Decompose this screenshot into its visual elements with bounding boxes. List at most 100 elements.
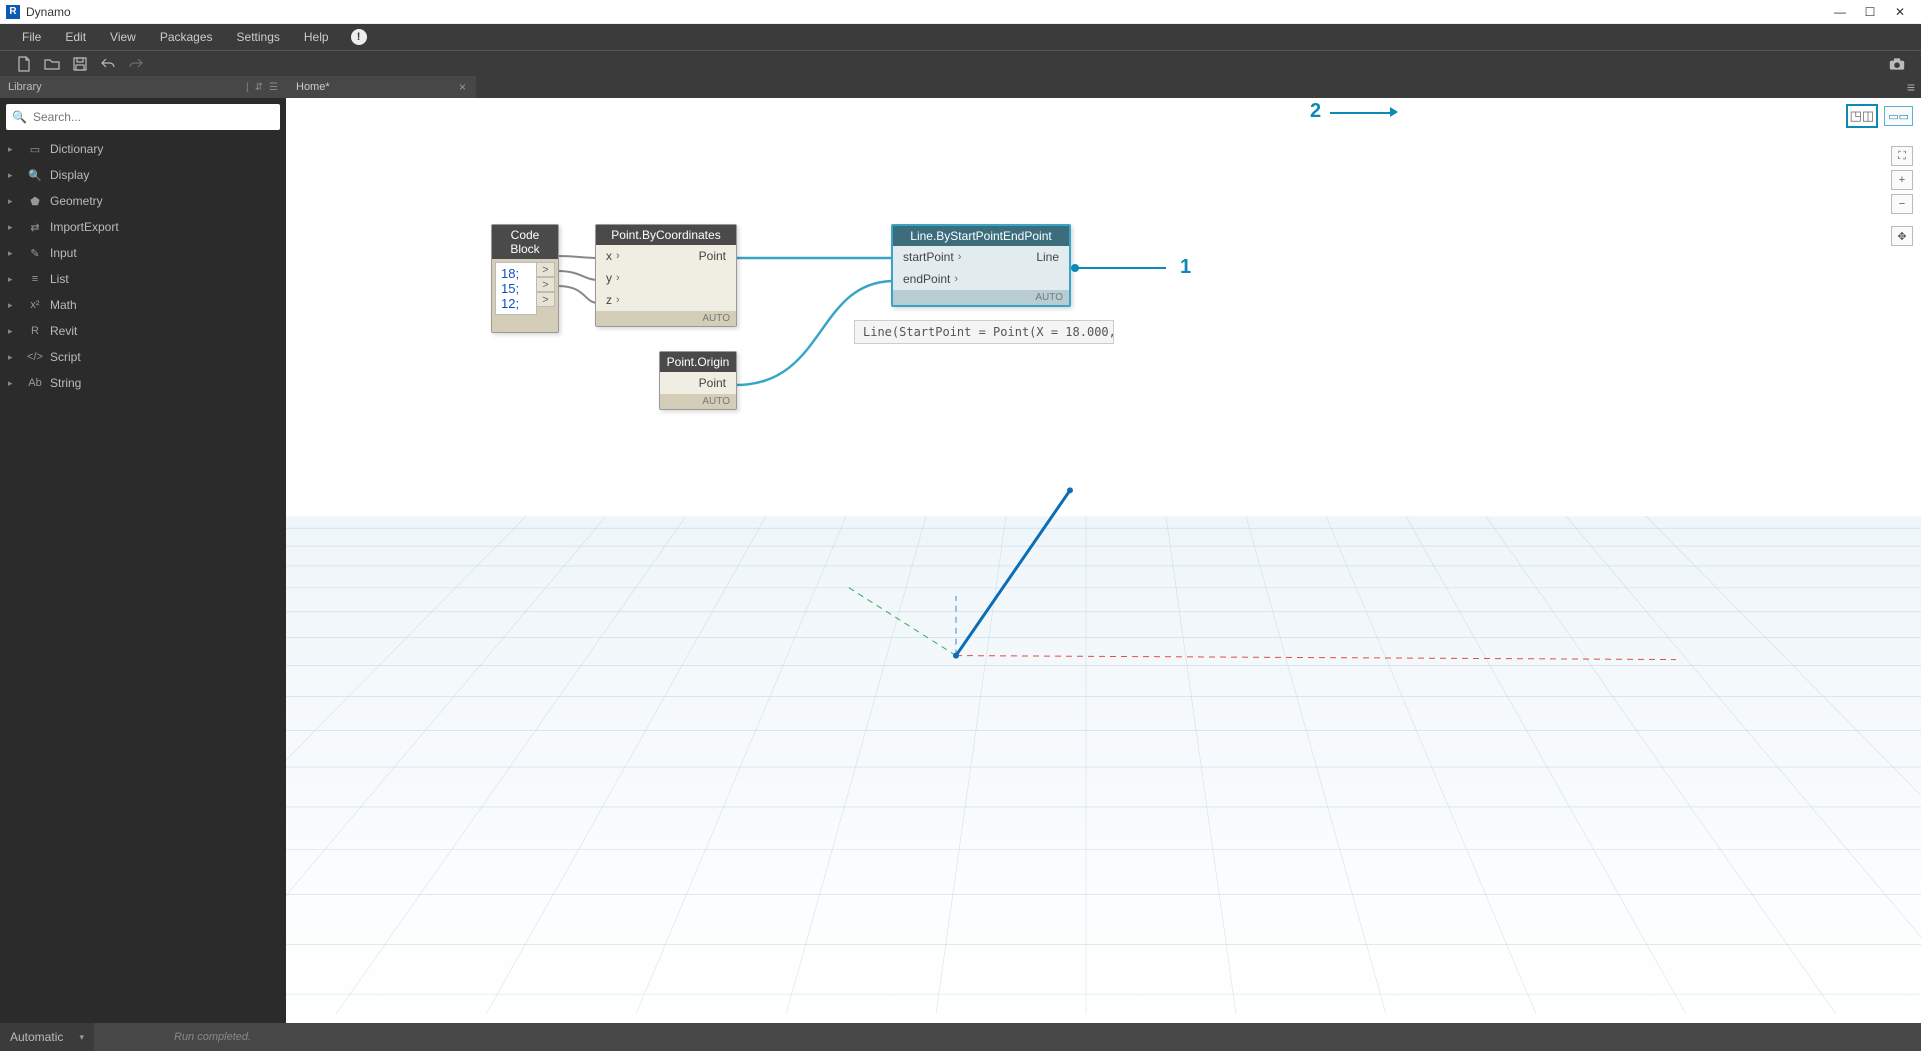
- library-sort-icon[interactable]: ⇵: [255, 82, 263, 93]
- node-footer: AUTO: [596, 311, 736, 326]
- node-line-by-start-end[interactable]: Line.ByStartPointEndPoint startPoint› en…: [891, 224, 1071, 307]
- library-item-string[interactable]: ▸AbString: [0, 370, 286, 396]
- library-title: Library: [8, 81, 42, 93]
- tab-close-icon[interactable]: ×: [459, 80, 466, 94]
- node-footer: AUTO: [893, 290, 1069, 305]
- menu-bar: File Edit View Packages Settings Help !: [0, 24, 1921, 50]
- annotation-line-1: [1076, 267, 1166, 269]
- library-item-label: String: [50, 376, 81, 390]
- node-footer: AUTO: [660, 394, 736, 409]
- canvas[interactable]: Code Block 18; 15; 12; > > >: [286, 98, 1921, 1023]
- menu-help[interactable]: Help: [292, 24, 341, 50]
- code-port-1[interactable]: >: [537, 262, 555, 277]
- book-icon: ▭: [26, 143, 44, 156]
- menu-packages[interactable]: Packages: [148, 24, 225, 50]
- node-title: Point.Origin: [660, 352, 736, 372]
- menu-view[interactable]: View: [98, 24, 148, 50]
- node-title: Point.ByCoordinates: [596, 225, 736, 245]
- library-collapse-icon[interactable]: ☰: [269, 82, 278, 93]
- library-item-math[interactable]: ▸x²Math: [0, 292, 286, 318]
- library-item-label: Input: [50, 246, 77, 260]
- library-item-geometry[interactable]: ▸⬟Geometry: [0, 188, 286, 214]
- search-input[interactable]: [33, 110, 274, 124]
- node-point-by-coordinates[interactable]: Point.ByCoordinates x› y› z› Point AUTO: [595, 224, 737, 327]
- library-header: Library | ⇵ ☰: [0, 76, 286, 98]
- search-icon: 🔍: [12, 110, 27, 124]
- node-point-origin[interactable]: Point.Origin Point AUTO: [659, 351, 737, 410]
- port-input-startpoint[interactable]: startPoint›: [893, 246, 971, 268]
- window-close-button[interactable]: ✕: [1885, 2, 1915, 22]
- code-port-3[interactable]: >: [537, 292, 555, 307]
- port-input-endpoint[interactable]: endPoint›: [893, 268, 971, 290]
- library-item-dictionary[interactable]: ▸▭Dictionary: [0, 136, 286, 162]
- text-icon: Ab: [26, 377, 44, 389]
- tool-bar: [0, 50, 1921, 76]
- library-search[interactable]: 🔍: [6, 104, 280, 130]
- window-maximize-button[interactable]: ☐: [1855, 2, 1885, 22]
- menu-settings[interactable]: Settings: [225, 24, 292, 50]
- library-item-label: Math: [50, 298, 77, 312]
- tab-menu-icon[interactable]: ≡: [1901, 76, 1921, 98]
- node-title: Code Block: [492, 225, 558, 259]
- node-preview-tooltip: Line(StartPoint = Point(X = 18.000, Y = …: [854, 320, 1114, 344]
- window-minimize-button[interactable]: —: [1825, 2, 1855, 22]
- node-title: Line.ByStartPointEndPoint: [893, 226, 1069, 246]
- library-item-revit[interactable]: ▸RRevit: [0, 318, 286, 344]
- port-output-point[interactable]: Point: [660, 372, 736, 394]
- camera-icon[interactable]: [1883, 52, 1911, 76]
- revit-icon: R: [26, 325, 44, 337]
- graph-view-toggle[interactable]: ▭▭: [1884, 106, 1913, 126]
- library-item-input[interactable]: ▸✎Input: [0, 240, 286, 266]
- fit-view-button[interactable]: ⛶: [1891, 146, 1913, 166]
- workspace: Home* × ≡: [286, 76, 1921, 1023]
- library-item-script[interactable]: ▸</>Script: [0, 344, 286, 370]
- port-input-z[interactable]: z›: [596, 289, 630, 311]
- node-code-block[interactable]: Code Block 18; 15; 12; > > >: [491, 224, 559, 333]
- tab-label: Home*: [296, 81, 330, 93]
- library-item-importexport[interactable]: ▸⇄ImportExport: [0, 214, 286, 240]
- tab-home[interactable]: Home* ×: [286, 76, 476, 98]
- save-file-icon[interactable]: [66, 52, 94, 76]
- menu-edit[interactable]: Edit: [53, 24, 98, 50]
- redo-icon[interactable]: [122, 52, 150, 76]
- open-file-icon[interactable]: [38, 52, 66, 76]
- math-icon: x²: [26, 299, 44, 311]
- zoom-out-button[interactable]: −: [1891, 194, 1913, 214]
- library-items: ▸▭Dictionary ▸🔍Display ▸⬟Geometry ▸⇄Impo…: [0, 136, 286, 1023]
- app-title: Dynamo: [26, 5, 71, 19]
- port-output-point[interactable]: Point: [693, 245, 736, 267]
- library-item-list[interactable]: ▸≡List: [0, 266, 286, 292]
- zoom-in-button[interactable]: +: [1891, 170, 1913, 190]
- undo-icon[interactable]: [94, 52, 122, 76]
- library-item-label: Script: [50, 350, 81, 364]
- library-filter-icon[interactable]: |: [246, 82, 249, 93]
- notification-icon[interactable]: !: [351, 29, 367, 45]
- library-item-label: Geometry: [50, 194, 103, 208]
- geometry-preview-toggle[interactable]: ◳◫: [1846, 104, 1879, 128]
- swap-icon: ⇄: [26, 221, 44, 234]
- library-item-label: Revit: [50, 324, 77, 338]
- shape-icon: ⬟: [26, 195, 44, 208]
- code-icon: </>: [26, 351, 44, 363]
- port-input-x[interactable]: x›: [596, 245, 630, 267]
- tab-bar: Home* × ≡: [286, 76, 1921, 98]
- pan-button[interactable]: ✥: [1891, 226, 1913, 246]
- code-block-input[interactable]: 18; 15; 12;: [495, 262, 537, 315]
- code-port-2[interactable]: >: [537, 277, 555, 292]
- viewport-side-controls: ⛶ + − ✥: [1891, 146, 1913, 246]
- library-item-label: ImportExport: [50, 220, 119, 234]
- port-input-y[interactable]: y›: [596, 267, 630, 289]
- title-bar: R Dynamo — ☐ ✕: [0, 0, 1921, 24]
- menu-file[interactable]: File: [10, 24, 53, 50]
- pencil-icon: ✎: [26, 247, 44, 260]
- preview-3d-icon: ◳◫: [1850, 108, 1875, 124]
- app-window: R Dynamo — ☐ ✕ File Edit View Packages S…: [0, 0, 1921, 1051]
- annotation-line-2: [1330, 112, 1390, 114]
- run-mode-dropdown[interactable]: Automatic: [0, 1023, 94, 1051]
- library-item-label: List: [50, 272, 69, 286]
- port-output-line[interactable]: Line: [1030, 246, 1069, 268]
- new-file-icon[interactable]: [10, 52, 38, 76]
- app-logo-icon: R: [6, 5, 20, 19]
- library-item-display[interactable]: ▸🔍Display: [0, 162, 286, 188]
- list-icon: ≡: [26, 273, 44, 285]
